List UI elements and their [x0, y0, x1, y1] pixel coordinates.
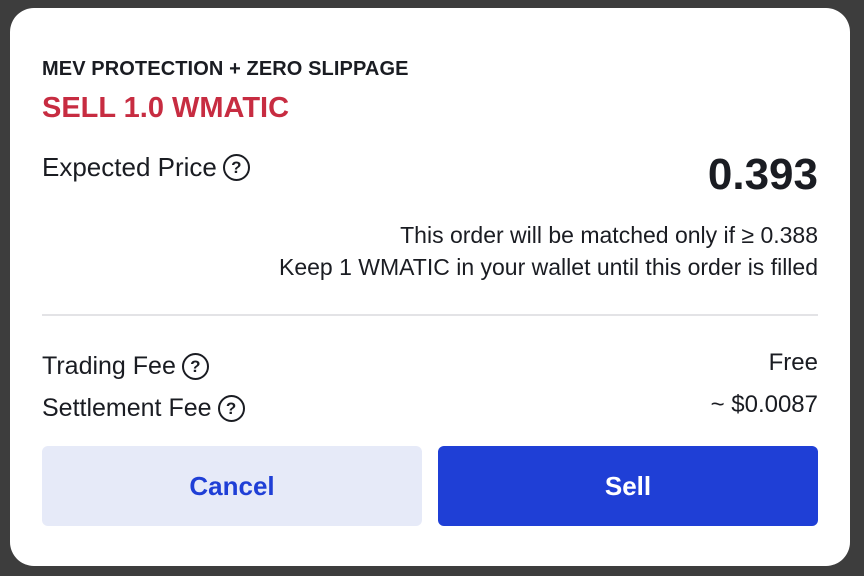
trading-fee-help-icon[interactable]: ? — [181, 353, 209, 380]
dialog-title: SELL 1.0 WMATIC — [42, 92, 290, 124]
settlement-fee-value: ~ $0.0087 — [710, 390, 818, 418]
trading-fee-value: Free — [768, 348, 818, 376]
sell-button[interactable]: Sell — [438, 446, 818, 526]
settlement-fee-help-icon[interactable]: ? — [217, 395, 245, 422]
settlement-fee-label: Settlement Fee — [42, 394, 212, 422]
trading-fee-label: Trading Fee — [42, 352, 176, 380]
expected-price-help-icon[interactable]: ? — [222, 154, 250, 181]
expected-price-value: 0.393 — [707, 150, 818, 199]
expected-price-row: Expected Price ? 0.393 — [42, 150, 818, 200]
wallet-balance-note: Keep 1 WMATIC in your wallet until this … — [279, 254, 818, 280]
divider — [42, 314, 818, 316]
sell-order-dialog: MEV PROTECTION + ZERO SLIPPAGE SELL 1.0 … — [10, 8, 850, 566]
match-condition-note: This order will be matched only if ≥ 0.3… — [400, 222, 818, 248]
expected-price-label: Expected Price — [42, 152, 217, 182]
dialog-subtitle: MEV PROTECTION + ZERO SLIPPAGE — [42, 58, 409, 80]
cancel-button[interactable]: Cancel — [42, 446, 422, 526]
settlement-fee-row: Settlement Fee ? ~ $0.0087 — [42, 390, 818, 423]
trading-fee-row: Trading Fee ? Free — [42, 348, 818, 381]
